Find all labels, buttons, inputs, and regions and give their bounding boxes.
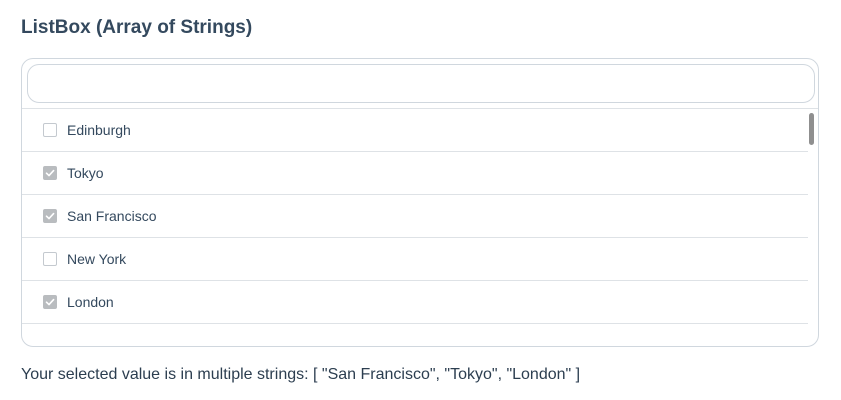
list-item[interactable]: San Francisco [22, 195, 808, 238]
list-item-label: New York [67, 251, 127, 267]
checkbox[interactable] [43, 295, 57, 309]
filter-container [22, 59, 818, 109]
listbox: Edinburgh Tokyo San Francisco New York L… [21, 58, 819, 347]
selected-value-text: Your selected value is in multiple strin… [21, 366, 581, 383]
listbox-scrollbar[interactable] [806, 109, 818, 346]
scroll-thumb[interactable] [809, 113, 814, 145]
page: ListBox (Array of Strings) Edinburgh Tok… [0, 0, 841, 400]
list-item-label: Edinburgh [67, 122, 131, 138]
checkbox[interactable] [43, 123, 57, 137]
list-item[interactable]: Tokyo [22, 152, 808, 195]
check-icon [45, 212, 55, 220]
list-item-label: Tokyo [67, 165, 104, 181]
list-item[interactable]: Edinburgh [22, 109, 808, 152]
list-item-label: San Francisco [67, 208, 157, 224]
list-item[interactable]: New York [22, 238, 808, 281]
filter-input[interactable] [27, 64, 815, 103]
list-item[interactable]: London [22, 281, 808, 324]
check-icon [45, 298, 55, 306]
checkbox[interactable] [43, 166, 57, 180]
checkbox[interactable] [43, 252, 57, 266]
page-title: ListBox (Array of Strings) [21, 17, 253, 38]
list-item-label: London [67, 294, 114, 310]
listbox-items: Edinburgh Tokyo San Francisco New York L… [22, 109, 808, 346]
checkbox[interactable] [43, 209, 57, 223]
check-icon [45, 169, 55, 177]
